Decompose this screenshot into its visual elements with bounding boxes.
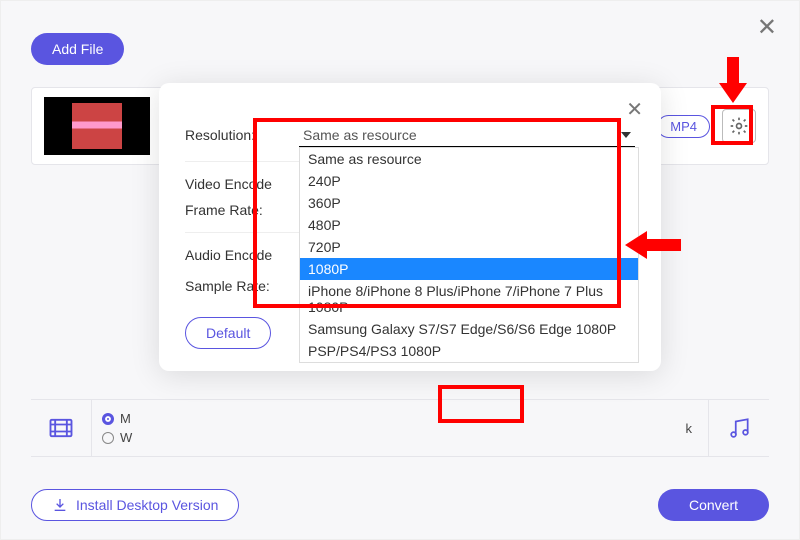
resolution-select[interactable]: Same as resource Same as resource240P360… bbox=[299, 123, 635, 147]
audio-tab[interactable] bbox=[709, 415, 769, 441]
frame-rate-label: Frame Rate: bbox=[185, 202, 285, 218]
convert-label: Convert bbox=[689, 497, 738, 513]
install-button[interactable]: Install Desktop Version bbox=[31, 489, 239, 521]
gear-icon bbox=[729, 116, 749, 136]
resolution-option[interactable]: 360P bbox=[300, 192, 638, 214]
radio-selected-icon bbox=[102, 413, 114, 425]
audio-encoder-label: Audio Encode bbox=[185, 247, 285, 263]
default-button[interactable]: Default bbox=[185, 317, 271, 349]
resolution-option[interactable]: 1080P bbox=[300, 258, 638, 280]
resolution-label: Resolution: bbox=[185, 127, 285, 143]
settings-modal: ✕ Resolution: Same as resource Same as r… bbox=[159, 83, 661, 371]
resolution-option[interactable]: iPhone 8/iPhone 8 Plus/iPhone 7/iPhone 7… bbox=[300, 280, 638, 318]
video-thumbnail bbox=[44, 97, 150, 155]
radio-unselected-icon bbox=[102, 432, 114, 444]
bottom-bar: M W k bbox=[31, 399, 769, 457]
video-tab[interactable] bbox=[31, 414, 91, 442]
radio-option-1[interactable]: M bbox=[102, 411, 686, 426]
resolution-option[interactable]: PSP/PS4/PS3 1080P bbox=[300, 340, 638, 362]
trailing-text: k bbox=[686, 421, 709, 436]
resolution-option[interactable]: Samsung Galaxy S7/S7 Edge/S6/S6 Edge 108… bbox=[300, 318, 638, 340]
add-file-label: Add File bbox=[52, 41, 103, 57]
resolution-option[interactable]: 480P bbox=[300, 214, 638, 236]
sample-rate-label: Sample Rate: bbox=[185, 278, 285, 294]
annotation-arrow-gear bbox=[715, 57, 751, 103]
resolution-dropdown: Same as resource240P360P480P720P1080PiPh… bbox=[299, 147, 639, 363]
resolution-option[interactable]: 240P bbox=[300, 170, 638, 192]
resolution-option[interactable]: 720P bbox=[300, 236, 638, 258]
resolution-selected: Same as resource bbox=[303, 127, 417, 143]
dropdown-caret-icon bbox=[621, 132, 631, 138]
convert-button[interactable]: Convert bbox=[658, 489, 769, 521]
download-icon bbox=[52, 497, 68, 513]
modal-close-icon[interactable]: ✕ bbox=[626, 97, 643, 122]
settings-button[interactable] bbox=[722, 109, 756, 143]
add-file-button[interactable]: Add File bbox=[31, 33, 124, 65]
film-icon bbox=[47, 414, 75, 442]
install-label: Install Desktop Version bbox=[76, 497, 218, 513]
window-close-icon[interactable]: ✕ bbox=[757, 13, 777, 42]
resolution-option[interactable]: Same as resource bbox=[300, 148, 638, 170]
annotation-arrow-dropdown bbox=[625, 227, 681, 263]
video-encoder-label: Video Encode bbox=[185, 176, 285, 192]
radio-option-2[interactable]: W bbox=[102, 430, 686, 445]
music-icon bbox=[726, 415, 752, 441]
format-tag[interactable]: MP4 bbox=[657, 115, 710, 138]
